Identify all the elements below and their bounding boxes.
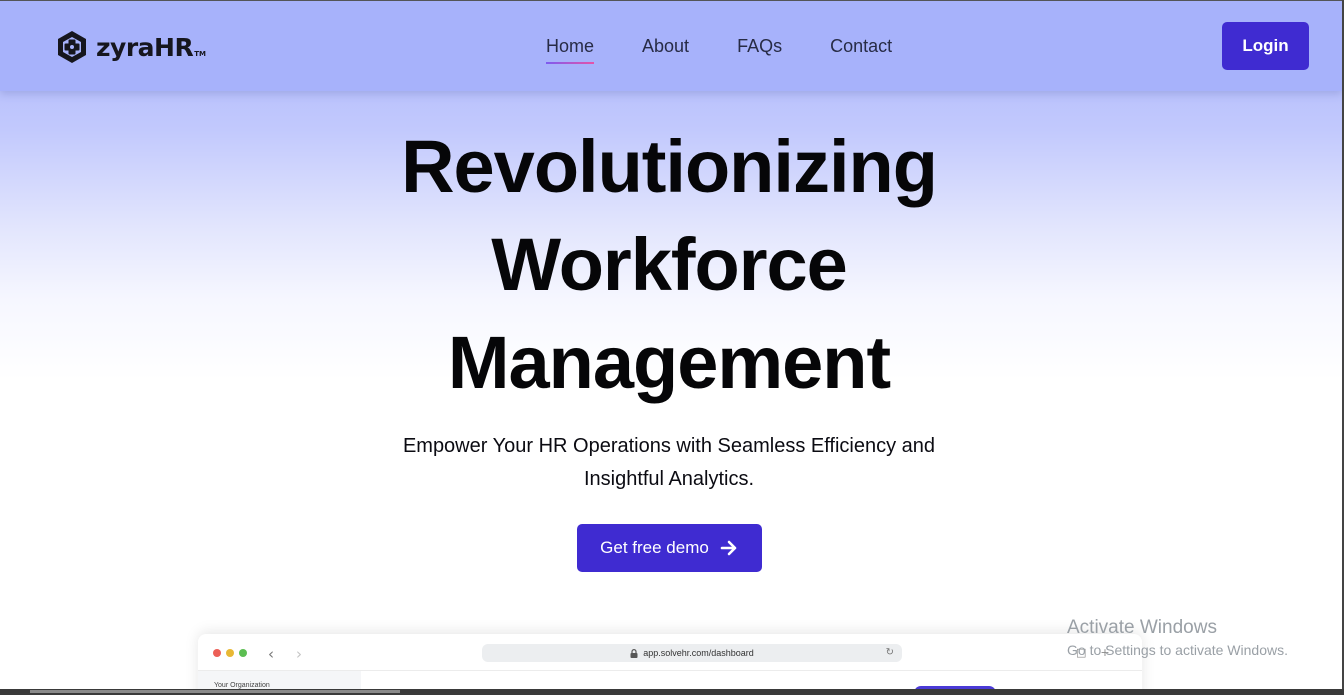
mockup-url: app.solvehr.com/dashboard [643, 648, 754, 658]
reload-icon: ↻ [885, 647, 894, 658]
back-chevron-icon: ‹ [268, 645, 274, 663]
hero-title-line: Management [447, 321, 891, 404]
window-close-dot [213, 649, 221, 657]
nav-item-contact[interactable]: Contact [830, 35, 892, 57]
dashboard-browser-mockup: ‹ › app.solvehr.com/dashboard ↻ □ + Your… [198, 634, 1142, 695]
main-nav: Home About FAQs Contact [546, 35, 940, 64]
login-button[interactable]: Login [1222, 22, 1309, 70]
window-maximize-dot [239, 649, 247, 657]
mockup-sidebar-heading: Your Organization [214, 682, 270, 689]
hero-subtitle-line: Empower Your HR Operations with Seamless… [402, 435, 936, 457]
brand-logo[interactable]: zyraHR TM [54, 27, 206, 67]
watermark-subtitle: Go to Settings to activate Windows. [1067, 642, 1288, 658]
brand-name: zyraHR [96, 32, 194, 62]
lock-icon [630, 648, 638, 658]
arrow-right-icon [720, 540, 737, 556]
hexagon-plus-logo-icon [58, 31, 86, 63]
nav-item-home[interactable]: Home [546, 35, 595, 64]
site-header: zyraHR TM Home About FAQs Contact Login [0, 1, 1342, 91]
mockup-url-bar: app.solvehr.com/dashboard ↻ [482, 644, 902, 662]
hero-subtitle-line: Insightful Analytics. [583, 468, 755, 490]
nav-item-faqs[interactable]: FAQs [737, 35, 782, 57]
nav-item-about[interactable]: About [642, 35, 689, 57]
brand-trademark: TM [194, 50, 206, 58]
hero-title-line: Workforce [491, 223, 848, 306]
forward-chevron-icon: › [296, 645, 302, 663]
hero-subtitle: Empower Your HR Operations with Seamless… [0, 430, 1338, 496]
get-free-demo-button[interactable]: Get free demo [577, 524, 762, 572]
get-free-demo-label: Get free demo [600, 538, 709, 557]
hero-title-line: Revolutionizing [401, 125, 938, 208]
watermark-title: Activate Windows [1067, 617, 1217, 638]
taskbar-highlight [30, 690, 400, 693]
activate-windows-watermark: Activate Windows Go to Settings to activ… [1067, 616, 1288, 660]
hero-title: Revolutionizing Workforce Management [0, 118, 1338, 412]
window-minimize-dot [226, 649, 234, 657]
